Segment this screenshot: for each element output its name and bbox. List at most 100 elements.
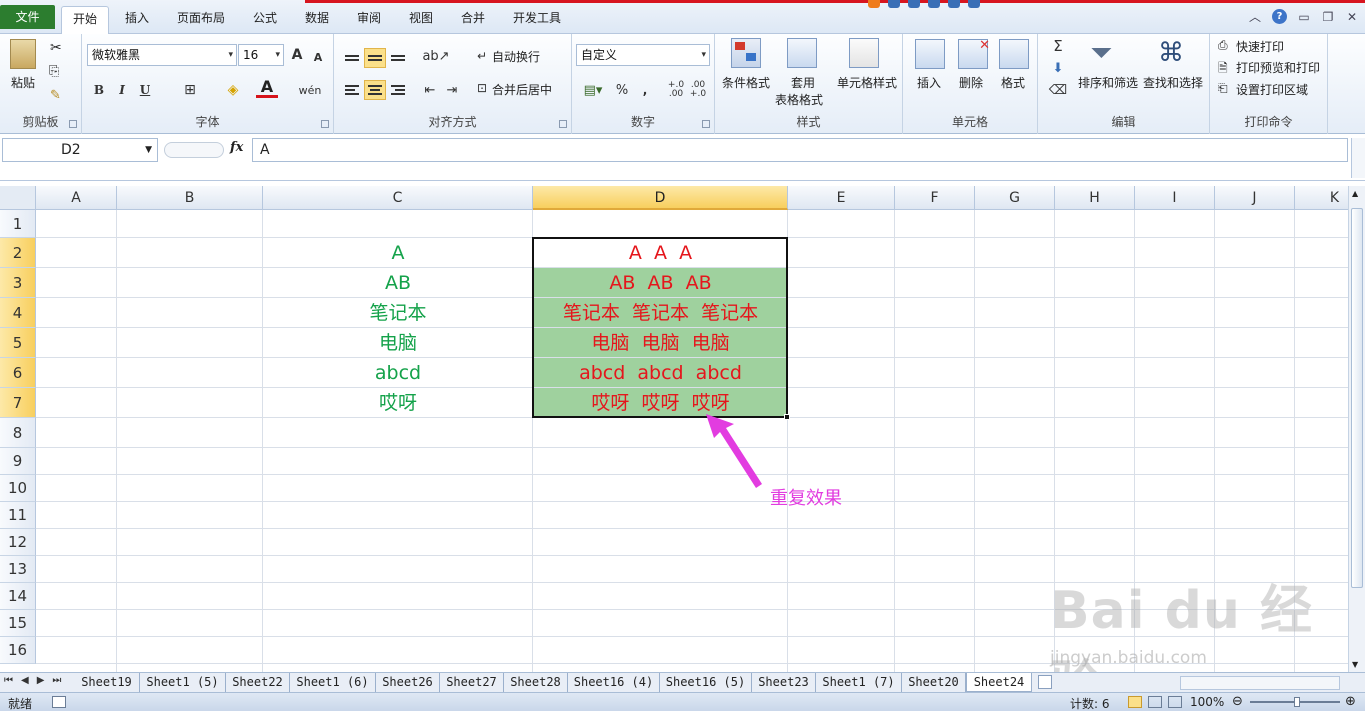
autosum-button[interactable]: Σ	[1046, 36, 1070, 56]
insert-cells-button[interactable]: 插入	[917, 74, 941, 91]
format-cells-icon[interactable]	[999, 39, 1029, 69]
column-header-g[interactable]: G	[975, 186, 1055, 210]
align-right-icon[interactable]	[388, 80, 408, 100]
tab-data[interactable]: 数据	[298, 6, 336, 34]
cell-c2[interactable]: A	[263, 238, 533, 268]
prev-sheet-icon[interactable]: ◀	[21, 675, 29, 686]
tab-review[interactable]: 审阅	[350, 6, 388, 34]
formula-divider[interactable]	[164, 142, 224, 158]
column-header-c[interactable]: C	[263, 186, 533, 210]
qat-icon[interactable]	[968, 0, 980, 8]
italic-button[interactable]: I	[113, 80, 131, 100]
next-sheet-icon[interactable]: ▶	[37, 675, 45, 686]
decrease-decimal-button[interactable]: .00 +.0	[688, 80, 708, 100]
sort-filter-button[interactable]: 排序和筛选	[1078, 74, 1138, 91]
close-icon[interactable]: ✕	[1345, 10, 1359, 24]
first-sheet-icon[interactable]: ⏮	[4, 675, 13, 686]
column-header-f[interactable]: F	[895, 186, 975, 210]
copy-icon[interactable]: ⎘	[49, 64, 59, 79]
last-sheet-icon[interactable]: ⏭	[52, 675, 61, 686]
formula-bar-expand[interactable]	[1351, 138, 1365, 178]
cell-c3[interactable]: AB	[263, 268, 533, 298]
table-format-button-line1[interactable]: 套用	[791, 74, 815, 91]
sheet-tab[interactable]: Sheet19	[74, 673, 140, 692]
cell-c6[interactable]: abcd	[263, 358, 533, 388]
normal-view-icon[interactable]	[1128, 696, 1142, 708]
font-color-button[interactable]: A	[256, 77, 278, 98]
fill-icon[interactable]: ⬇	[1046, 58, 1070, 78]
app-icon[interactable]	[868, 0, 880, 8]
sheet-tab[interactable]: Sheet24	[966, 673, 1032, 692]
sheet-tab[interactable]: Sheet1 (6)	[290, 673, 376, 692]
clear-icon[interactable]: ⌫	[1046, 80, 1070, 100]
comma-button[interactable]: ,	[638, 80, 652, 100]
column-header-h[interactable]: H	[1055, 186, 1135, 210]
delete-cells-icon[interactable]: ✕	[958, 38, 990, 69]
binoculars-icon[interactable]: ⌘	[1158, 38, 1184, 68]
row-header-7[interactable]: 7	[0, 388, 36, 418]
align-left-icon[interactable]	[342, 80, 362, 100]
accounting-format-icon[interactable]: ▤▾	[578, 80, 608, 100]
phonetic-button[interactable]: wén	[297, 80, 323, 100]
paste-button[interactable]: 粘贴	[11, 74, 35, 91]
clipboard-dialog-launcher[interactable]	[69, 120, 77, 128]
qat-icon[interactable]	[928, 0, 940, 8]
row-header-9[interactable]: 9	[0, 448, 36, 475]
cell-c5[interactable]: 电脑	[263, 328, 533, 358]
alignment-dialog-launcher[interactable]	[559, 120, 567, 128]
conditional-format-icon[interactable]	[731, 38, 761, 68]
vertical-scroll-thumb[interactable]	[1351, 208, 1363, 588]
orientation-icon[interactable]: ab↗	[422, 46, 450, 66]
column-header-e[interactable]: E	[788, 186, 895, 210]
decrease-indent-icon[interactable]: ⇤	[420, 80, 440, 100]
row-header-8[interactable]: 8	[0, 418, 36, 448]
qat-icon[interactable]	[888, 0, 900, 8]
font-dialog-launcher[interactable]	[321, 120, 329, 128]
page-break-view-icon[interactable]	[1168, 696, 1182, 708]
print-area-icon[interactable]: ⎗	[1218, 81, 1228, 96]
sheet-tab[interactable]: Sheet16 (4)	[568, 673, 660, 692]
page-layout-view-icon[interactable]	[1148, 696, 1162, 708]
formula-input[interactable]: A	[252, 138, 1348, 162]
underline-button[interactable]: U	[136, 80, 154, 100]
column-header-k[interactable]: K	[1295, 186, 1348, 210]
row-header-12[interactable]: 12	[0, 529, 36, 556]
qat-icon[interactable]	[908, 0, 920, 8]
row-header-11[interactable]: 11	[0, 502, 36, 529]
row-header-3[interactable]: 3	[0, 268, 36, 298]
zoom-slider-knob[interactable]	[1294, 697, 1300, 707]
macro-record-icon[interactable]	[52, 696, 66, 708]
print-preview-icon[interactable]: 🗎	[1218, 59, 1228, 80]
shrink-font-button[interactable]: A	[310, 47, 326, 67]
zoom-out-icon[interactable]: ⊖	[1232, 694, 1243, 709]
sheet-tab[interactable]: Sheet20	[902, 673, 966, 692]
row-header-16[interactable]: 16	[0, 637, 36, 664]
column-header-i[interactable]: I	[1135, 186, 1215, 210]
sheet-tab[interactable]: Sheet27	[440, 673, 504, 692]
collapse-ribbon-icon[interactable]: ︿	[1248, 10, 1262, 24]
sheet-tab[interactable]: Sheet1 (7)	[816, 673, 902, 692]
row-header-14[interactable]: 14	[0, 583, 36, 610]
paste-icon[interactable]	[10, 39, 36, 69]
zoom-level[interactable]: 100%	[1190, 695, 1224, 709]
row-header-1[interactable]: 1	[0, 210, 36, 238]
quick-print-icon[interactable]: ⎙	[1218, 38, 1228, 53]
sheet-tab[interactable]: Sheet26	[376, 673, 440, 692]
quick-print-button[interactable]: 快速打印	[1236, 38, 1284, 55]
wrap-text-button[interactable]: 自动换行	[492, 48, 540, 65]
row-header-10[interactable]: 10	[0, 475, 36, 502]
find-select-button[interactable]: 查找和选择	[1143, 74, 1203, 91]
tab-view[interactable]: 视图	[402, 6, 440, 34]
align-bottom-icon[interactable]	[388, 48, 408, 68]
row-header-6[interactable]: 6	[0, 358, 36, 388]
scroll-up-icon[interactable]: ▲	[1352, 189, 1358, 198]
cell-styles-icon[interactable]	[849, 38, 879, 68]
cell-c4[interactable]: 笔记本	[263, 298, 533, 328]
number-format-select[interactable]: 自定义 ▾	[576, 44, 710, 66]
table-format-button-line2[interactable]: 表格格式	[775, 91, 823, 108]
tab-home[interactable]: 开始	[61, 6, 109, 35]
row-header-5[interactable]: 5	[0, 328, 36, 358]
column-header-b[interactable]: B	[117, 186, 263, 210]
insert-cells-icon[interactable]	[915, 39, 945, 69]
sheet-tab[interactable]: Sheet23	[752, 673, 816, 692]
